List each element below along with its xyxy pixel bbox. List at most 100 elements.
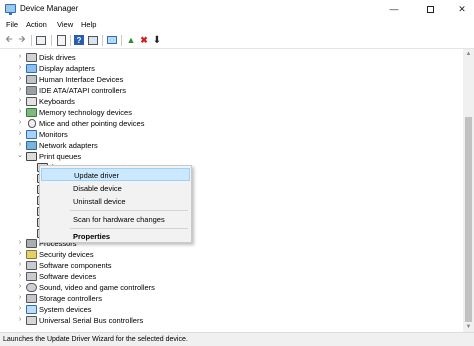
expand-chevron-icon[interactable]: › [16, 108, 24, 115]
toolbar-separator [102, 35, 103, 46]
expand-chevron-icon[interactable]: › [16, 316, 24, 323]
context-disable-device[interactable]: Disable device [41, 182, 190, 195]
expand-chevron-icon[interactable]: › [16, 53, 24, 60]
disable-device-icon[interactable]: ⬇ [151, 34, 163, 46]
expand-chevron-icon[interactable]: › [16, 119, 24, 126]
properties-button[interactable] [55, 34, 67, 46]
tree-item-display-adapters[interactable]: › Display adapters [0, 63, 463, 74]
menu-help[interactable]: Help [81, 20, 96, 29]
menu-bar: File Action View Help [0, 18, 474, 32]
tree-item-label: Disk drives [39, 53, 76, 62]
context-item-label: Uninstall device [73, 197, 126, 206]
show-hide-console-tree-button[interactable] [35, 34, 47, 46]
tree-item-label: Mice and other pointing devices [39, 119, 145, 128]
context-item-label: Properties [73, 232, 111, 241]
printer-icon [26, 152, 37, 161]
context-uninstall-device[interactable]: Uninstall device [41, 195, 190, 208]
tree-item-mice[interactable]: › Mice and other pointing devices [0, 118, 463, 129]
scroll-up-arrow-icon[interactable]: ▲ [463, 49, 474, 59]
tree-item-software-components[interactable]: › Software components [0, 260, 463, 271]
tree-item-system-devices[interactable]: › System devices [0, 304, 463, 315]
toolbar-separator [31, 35, 32, 46]
tree-item-label: Monitors [39, 130, 68, 139]
uninstall-device-icon[interactable]: ✖ [138, 34, 150, 46]
menu-view[interactable]: View [57, 20, 73, 29]
console-tree-icon [36, 36, 46, 45]
back-arrow-icon[interactable]: 🡰 [3, 34, 15, 46]
hid-icon [26, 75, 37, 84]
tree-item-software-devices[interactable]: › Software devices [0, 271, 463, 282]
expand-chevron-icon[interactable]: › [16, 86, 24, 93]
network-adapter-icon [26, 141, 37, 150]
expand-chevron-icon[interactable]: › [16, 250, 24, 257]
tree-item-label: Network adapters [39, 141, 98, 150]
update-driver-button[interactable]: ▲ [125, 34, 137, 46]
tree-item-print-queues[interactable]: ⌄ Print queues [0, 151, 463, 162]
scan-monitor-icon [107, 36, 117, 44]
tree-item-sound-video-game[interactable]: › Sound, video and game controllers [0, 282, 463, 293]
expand-chevron-icon[interactable]: › [16, 97, 24, 104]
tree-item-keyboards[interactable]: › Keyboards [0, 96, 463, 107]
tree-item-ide-controllers[interactable]: › IDE ATA/ATAPI controllers [0, 85, 463, 96]
window-title: Device Manager [20, 4, 79, 13]
context-properties[interactable]: Properties [41, 230, 190, 243]
monitor-icon [26, 130, 37, 139]
vertical-scrollbar[interactable]: ▲ ▼ [463, 49, 474, 332]
forward-arrow-icon[interactable]: 🡲 [16, 34, 28, 46]
menu-file[interactable]: File [6, 20, 18, 29]
expand-chevron-icon[interactable]: › [16, 305, 24, 312]
help-icon: ? [74, 35, 84, 45]
expand-chevron-icon[interactable]: › [16, 239, 24, 246]
ide-controller-icon [26, 86, 37, 95]
device-manager-app-icon [5, 4, 16, 15]
action-pane-button[interactable] [87, 34, 99, 46]
tree-item-security-devices[interactable]: › Security devices [0, 249, 463, 260]
tree-item-storage-controllers[interactable]: › Storage controllers [0, 293, 463, 304]
context-menu: Update driver Disable device Uninstall d… [39, 165, 192, 243]
tree-item-usb-controllers[interactable]: › Universal Serial Bus controllers [0, 315, 463, 326]
context-update-driver[interactable]: Update driver [41, 168, 190, 181]
expand-chevron-icon[interactable]: › [16, 272, 24, 279]
scroll-down-arrow-icon[interactable]: ▼ [463, 322, 474, 332]
properties-sheet-icon [56, 34, 66, 46]
tree-item-network-adapters[interactable]: › Network adapters [0, 140, 463, 151]
keyboard-icon [26, 97, 37, 106]
context-item-label: Update driver [74, 171, 120, 180]
context-separator [70, 210, 188, 211]
status-bar: Launches the Update Driver Wizard for th… [0, 332, 474, 346]
tree-item-human-interface-devices[interactable]: › Human Interface Devices [0, 74, 463, 85]
tree-item-disk-drives[interactable]: › Disk drives [0, 52, 463, 63]
toolbar-separator [70, 35, 71, 46]
scan-hardware-button[interactable] [106, 34, 118, 46]
title-bar: Device Manager — ✕ [0, 0, 474, 18]
close-button[interactable]: ✕ [451, 0, 473, 18]
expand-chevron-icon[interactable]: › [16, 294, 24, 301]
scrollbar-thumb[interactable] [465, 117, 472, 322]
software-device-icon [26, 272, 37, 281]
sound-icon [26, 283, 37, 292]
context-scan-hardware[interactable]: Scan for hardware changes [41, 213, 190, 226]
display-adapter-icon [26, 64, 37, 73]
help-button[interactable]: ? [73, 34, 85, 46]
tree-item-monitors[interactable]: › Monitors [0, 129, 463, 140]
processor-icon [26, 239, 37, 248]
expand-chevron-icon[interactable]: › [16, 64, 24, 71]
maximize-button[interactable] [419, 0, 441, 18]
software-component-icon [26, 261, 37, 270]
tree-item-label: Software devices [39, 272, 97, 281]
action-pane-icon [88, 35, 98, 45]
expand-chevron-icon[interactable]: › [16, 75, 24, 82]
expand-chevron-icon[interactable]: › [16, 261, 24, 268]
minimize-button[interactable]: — [383, 0, 405, 18]
tree-item-label: Storage controllers [39, 294, 102, 303]
mouse-icon [28, 119, 36, 128]
tree-item-label: Print queues [39, 152, 82, 161]
collapse-chevron-icon[interactable]: ⌄ [16, 151, 24, 159]
expand-chevron-icon[interactable]: › [16, 130, 24, 137]
menu-action[interactable]: Action [26, 20, 47, 29]
tree-item-label: IDE ATA/ATAPI controllers [39, 86, 126, 95]
expand-chevron-icon[interactable]: › [16, 283, 24, 290]
tree-item-memory-technology-devices[interactable]: › Memory technology devices [0, 107, 463, 118]
expand-chevron-icon[interactable]: › [16, 141, 24, 148]
tree-item-label: Human Interface Devices [39, 75, 124, 84]
